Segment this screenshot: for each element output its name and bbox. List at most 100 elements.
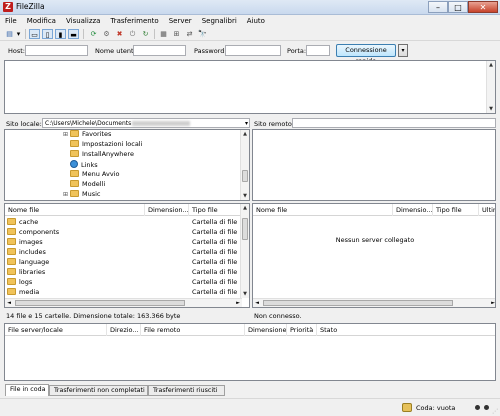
tab-file-in-coda[interactable]: File in coda bbox=[5, 384, 49, 396]
folder-icon bbox=[7, 248, 16, 255]
tab-trasferimenti-riusciti[interactable]: Trasferimenti riusciti bbox=[148, 385, 225, 396]
sync-browse-icon[interactable]: ⇄ bbox=[184, 29, 195, 39]
filter-icon[interactable]: ▦ bbox=[158, 29, 169, 39]
scroll-up-icon[interactable]: ▲ bbox=[487, 61, 495, 69]
menu-trasferimento[interactable]: Trasferimento bbox=[105, 15, 163, 27]
scroll-thumb[interactable] bbox=[242, 170, 248, 182]
toggle-remote-tree-icon[interactable]: ▮ bbox=[55, 29, 66, 39]
refresh-icon[interactable]: ⟳ bbox=[88, 29, 99, 39]
local-list-hscroll[interactable]: ◄ ► bbox=[5, 298, 242, 307]
close-button[interactable]: ✕ bbox=[468, 1, 498, 13]
menu-visualizza[interactable]: Visualizza bbox=[61, 15, 105, 27]
folder-icon bbox=[70, 140, 79, 147]
scroll-up-icon[interactable]: ▲ bbox=[241, 204, 249, 212]
menu-segnalibri[interactable]: Segnalibri bbox=[197, 15, 242, 27]
minimize-button[interactable]: – bbox=[428, 1, 448, 13]
remote-list-hscroll[interactable]: ◄ ► bbox=[253, 298, 495, 307]
column-direzione[interactable]: Direzio... bbox=[107, 324, 141, 336]
column-stato[interactable]: Stato bbox=[317, 324, 377, 336]
menu-modifica[interactable]: Modifica bbox=[22, 15, 61, 27]
resize-grip-icon[interactable]: ⋰ bbox=[492, 408, 498, 415]
remote-path-input[interactable] bbox=[292, 118, 496, 128]
expand-icon[interactable]: ⊞ bbox=[63, 190, 70, 199]
disconnect-icon[interactable]: ⏻ bbox=[127, 29, 138, 39]
scroll-right-icon[interactable]: ► bbox=[489, 299, 495, 307]
compare-icon[interactable]: ⊞ bbox=[171, 29, 182, 39]
empty-message: Nessun server collegato bbox=[335, 236, 415, 244]
tree-item-label: Music bbox=[82, 190, 101, 198]
port-label: Porta: bbox=[287, 47, 307, 55]
column-nome-file[interactable]: Nome file bbox=[253, 204, 393, 216]
column-file-remoto[interactable]: File remoto bbox=[141, 324, 245, 336]
cancel-icon[interactable]: ✖ bbox=[114, 29, 125, 39]
password-input[interactable] bbox=[225, 45, 281, 56]
scroll-down-icon[interactable]: ▼ bbox=[487, 105, 495, 113]
dropdown-icon[interactable]: ▾ bbox=[15, 29, 22, 39]
host-label: Host: bbox=[8, 47, 25, 55]
scroll-left-icon[interactable]: ◄ bbox=[253, 299, 261, 307]
process-queue-icon[interactable]: ⚙ bbox=[101, 29, 112, 39]
local-file-list[interactable]: Nome file Dimension... Tipo file cache Ca… bbox=[4, 203, 250, 308]
quickconnect-button[interactable]: Connessione rapida bbox=[336, 44, 396, 65]
column-nome-file[interactable]: Nome file bbox=[5, 204, 145, 216]
menu-bar: File Modifica Visualizza Trasferimento S… bbox=[0, 15, 500, 27]
scroll-thumb[interactable] bbox=[263, 300, 453, 306]
tree-item-installanywhere[interactable]: InstallAnywhere bbox=[63, 150, 134, 159]
local-path-dropdown-icon[interactable]: ▾ bbox=[245, 119, 248, 127]
username-input[interactable] bbox=[133, 45, 186, 56]
queue-status-label: Coda: vuota bbox=[416, 404, 456, 412]
log-scrollbar[interactable]: ▲ ▼ bbox=[486, 61, 495, 113]
message-log[interactable]: ▲ ▼ bbox=[4, 60, 496, 114]
remote-file-list[interactable]: Nome file Dimensio... Tipo file Ultim Ne… bbox=[252, 203, 496, 308]
transfer-queue[interactable]: File server/locale Direzio... File remot… bbox=[4, 323, 496, 381]
reconnect-icon[interactable]: ↻ bbox=[140, 29, 151, 39]
tree-item-impostazioni-locali[interactable]: Impostazioni locali bbox=[63, 140, 142, 149]
tree-item-links[interactable]: Links bbox=[63, 160, 98, 169]
scroll-down-icon[interactable]: ▼ bbox=[241, 192, 249, 200]
menu-server[interactable]: Server bbox=[164, 15, 197, 27]
column-tipo-file[interactable]: Tipo file bbox=[433, 204, 479, 216]
toggle-log-icon[interactable]: ▭ bbox=[29, 29, 40, 39]
tree-item-music[interactable]: ⊞ Music bbox=[63, 190, 101, 199]
scroll-thumb[interactable] bbox=[242, 218, 248, 240]
quickconnect-dropdown-icon[interactable]: ▾ bbox=[398, 44, 408, 57]
tree-scrollbar[interactable]: ▲ ▼ bbox=[240, 130, 249, 200]
scroll-down-icon[interactable]: ▼ bbox=[241, 290, 249, 298]
column-dimensione[interactable]: Dimensione bbox=[245, 324, 287, 336]
scroll-thumb[interactable] bbox=[15, 300, 185, 306]
host-input[interactable] bbox=[25, 45, 88, 56]
column-priorita[interactable]: Priorità bbox=[287, 324, 317, 336]
scroll-right-icon[interactable]: ► bbox=[234, 299, 242, 307]
column-dimensione[interactable]: Dimensio... bbox=[393, 204, 433, 216]
column-tipo-file[interactable]: Tipo file bbox=[189, 204, 242, 216]
tree-item-label: Modelli bbox=[82, 180, 106, 188]
menu-file[interactable]: File bbox=[0, 15, 22, 27]
menu-aiuto[interactable]: Aiuto bbox=[242, 15, 270, 27]
find-icon[interactable]: 🔭 bbox=[197, 29, 208, 39]
scroll-left-icon[interactable]: ◄ bbox=[5, 299, 13, 307]
local-directory-tree[interactable]: ⊞ Favorites Impostazioni locali InstallAn… bbox=[4, 129, 250, 201]
scroll-up-icon[interactable]: ▲ bbox=[241, 130, 249, 138]
local-list-header: Nome file Dimension... Tipo file bbox=[5, 204, 242, 216]
local-list-vscroll[interactable]: ▲ ▼ bbox=[240, 204, 249, 298]
tree-item-favorites[interactable]: ⊞ Favorites bbox=[63, 130, 111, 139]
tab-trasferimenti-non-completati[interactable]: Trasferimenti non completati bbox=[49, 385, 148, 396]
toggle-local-tree-icon[interactable]: ▯ bbox=[42, 29, 53, 39]
column-file-server-locale[interactable]: File server/locale bbox=[5, 324, 107, 336]
tree-item-menu-avvio[interactable]: Menu Avvio bbox=[63, 170, 119, 179]
folder-icon bbox=[70, 190, 79, 197]
tree-item-modelli[interactable]: Modelli bbox=[63, 180, 105, 189]
expand-icon[interactable]: ⊞ bbox=[63, 130, 70, 139]
folder-icon bbox=[70, 130, 79, 137]
site-manager-icon[interactable]: ▤ bbox=[4, 29, 15, 39]
toggle-queue-icon[interactable]: ▬ bbox=[68, 29, 79, 39]
maximize-button[interactable]: □ bbox=[448, 1, 468, 13]
folder-icon bbox=[7, 268, 16, 275]
column-ultima-modifica[interactable]: Ultim bbox=[479, 204, 495, 216]
local-path-input[interactable]: C:\Users\Michele\Documents ▾ bbox=[42, 118, 250, 128]
title-bar[interactable]: Z FileZilla – □ ✕ bbox=[0, 0, 500, 15]
remote-site-label: Sito remoto: bbox=[254, 120, 295, 128]
remote-directory-tree[interactable] bbox=[252, 129, 496, 201]
port-input[interactable] bbox=[306, 45, 330, 56]
column-dimensione[interactable]: Dimension... bbox=[145, 204, 189, 216]
